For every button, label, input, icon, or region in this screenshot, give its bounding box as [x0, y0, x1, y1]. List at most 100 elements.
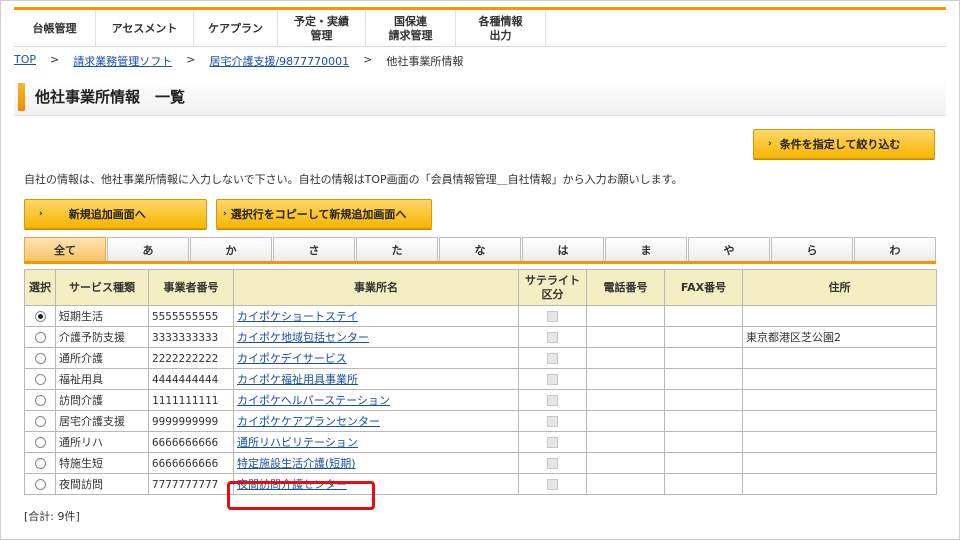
satellite-cell [518, 347, 587, 369]
tab-wa[interactable]: わ [854, 237, 936, 261]
phone-cell [586, 452, 665, 474]
tab-ya[interactable]: や [688, 237, 770, 261]
address-cell [742, 431, 937, 453]
office-name-link[interactable]: カイポケ福祉用具事業所 [237, 373, 358, 386]
office-name-cell: カイポケヘルパーステーション [233, 389, 519, 411]
office-number-cell: 2222222222 [148, 347, 234, 369]
breadcrumb-top-link[interactable]: TOP [14, 53, 36, 69]
office-name-link[interactable]: 通所リハビリテーション [237, 436, 358, 449]
chevron-right-icon: › [223, 209, 227, 219]
tab-a[interactable]: あ [107, 237, 189, 261]
tab-all[interactable]: 全て [24, 237, 106, 261]
nav-output[interactable]: 各種情報 出力 [456, 10, 546, 47]
phone-cell [586, 473, 665, 495]
fax-cell [664, 389, 743, 411]
filter-conditions-button[interactable]: › 条件を指定して絞り込む [753, 129, 935, 159]
row-select-cell [24, 389, 56, 411]
page-title: 他社事業所情報 一覧 [35, 88, 186, 106]
office-number-cell: 6666666666 [148, 452, 234, 474]
table-row[interactable]: 居宅介護支援 9999999999 カイポケケアプランセンター [24, 410, 937, 432]
breadcrumb-office-link[interactable]: 居宅介護支援/9877770001 [209, 53, 349, 69]
tab-sa[interactable]: さ [273, 237, 355, 261]
row-select-cell [24, 473, 56, 495]
office-name-link[interactable]: カイポケヘルパーステーション [237, 394, 390, 407]
address-cell [742, 473, 937, 495]
new-add-button[interactable]: › 新規追加画面へ [24, 199, 207, 229]
satellite-checkbox [547, 332, 558, 343]
nav-schedule-results[interactable]: 予定・実績 管理 [278, 10, 366, 47]
table-row[interactable]: 訪問介護 1111111111 カイポケヘルパーステーション [24, 389, 937, 411]
nav-billing[interactable]: 国保連 請求管理 [366, 10, 456, 47]
row-select-radio[interactable] [34, 353, 46, 364]
office-number-cell: 5555555555 [148, 305, 234, 327]
fax-cell [664, 473, 743, 495]
office-name-link[interactable]: カイポケデイサービス [237, 352, 347, 365]
office-name-link[interactable]: カイポケショートステイ [237, 310, 358, 323]
tab-na[interactable]: な [439, 237, 521, 261]
satellite-cell [518, 326, 587, 348]
office-name-cell: 通所リハビリテーション [233, 431, 519, 453]
breadcrumb: TOP > 請求業務管理ソフト > 居宅介護支援/9877770001 > 他社… [14, 53, 463, 69]
tab-ra[interactable]: ら [771, 237, 853, 261]
table-row[interactable]: 介護予防支援 3333333333 カイポケ地域包括センター 東京都港区芝公園2 [24, 326, 937, 348]
service-type-cell: 夜間訪問 [55, 473, 149, 495]
table-row[interactable]: 福祉用具 4444444444 カイポケ福祉用具事業所 [24, 368, 937, 390]
row-select-radio[interactable] [34, 311, 46, 322]
row-select-radio[interactable] [34, 479, 46, 490]
nav-careplan[interactable]: ケアプラン [194, 10, 278, 47]
row-select-radio[interactable] [34, 395, 46, 406]
tab-ma[interactable]: ま [605, 237, 687, 261]
total-count: [合計: 9件] [24, 510, 80, 523]
page-title-bar: 他社事業所情報 一覧 [14, 78, 946, 116]
copy-row-button[interactable]: › 選択行をコピーして新規追加画面へ [216, 199, 432, 229]
row-select-cell [24, 410, 56, 432]
address-cell [742, 347, 937, 369]
column-header-select: 選択 [24, 269, 56, 306]
table-row[interactable]: 通所介護 2222222222 カイポケデイサービス [24, 347, 937, 369]
office-name-link[interactable]: 特定施設生活介護(短期) [237, 457, 356, 470]
column-header-address: 住所 [742, 269, 937, 306]
column-header-satellite: サテライト 区分 [518, 269, 587, 306]
office-name-link[interactable]: カイポケケアプランセンター [237, 415, 380, 428]
satellite-cell [518, 305, 587, 327]
office-number-cell: 6666666666 [148, 431, 234, 453]
column-header-name: 事業所名 [233, 269, 519, 306]
service-type-cell: 介護予防支援 [55, 326, 149, 348]
chevron-right-icon: › [768, 139, 772, 149]
breadcrumb-billing-soft-link[interactable]: 請求業務管理ソフト [73, 53, 172, 69]
row-select-radio[interactable] [34, 437, 46, 448]
service-type-cell: 通所介護 [55, 347, 149, 369]
row-select-radio[interactable] [34, 416, 46, 427]
nav-assessment[interactable]: アセスメント [96, 10, 194, 47]
breadcrumb-separator: > [186, 53, 196, 66]
tab-ka[interactable]: か [190, 237, 272, 261]
table-row[interactable]: 特施生短 6666666666 特定施設生活介護(短期) [24, 452, 937, 474]
address-cell [742, 368, 937, 390]
fax-cell [664, 410, 743, 432]
row-select-radio[interactable] [34, 332, 46, 343]
copy-row-button-label: 選択行をコピーして新規追加画面へ [230, 208, 407, 221]
tab-ta[interactable]: た [356, 237, 438, 261]
office-name-link[interactable]: カイポケ地域包括センター [237, 331, 369, 344]
phone-cell [586, 347, 665, 369]
satellite-checkbox [547, 353, 558, 364]
table-row[interactable]: 短期生活 5555555555 カイポケショートステイ [24, 305, 937, 327]
row-select-radio[interactable] [34, 374, 46, 385]
filter-button-label: 条件を指定して絞り込む [779, 138, 901, 151]
office-number-cell: 1111111111 [148, 389, 234, 411]
nav-ledger[interactable]: 台帳管理 [14, 10, 96, 47]
phone-cell [586, 305, 665, 327]
fax-cell [664, 326, 743, 348]
satellite-checkbox [547, 374, 558, 385]
chevron-right-icon: › [39, 209, 43, 219]
fax-cell [664, 368, 743, 390]
phone-cell [586, 410, 665, 432]
column-header-number: 事業者番号 [148, 269, 234, 306]
row-select-radio[interactable] [34, 458, 46, 469]
table-row[interactable]: 夜間訪問 7777777777 夜間訪問介護センター [24, 473, 937, 495]
new-add-button-label: 新規追加画面へ [68, 208, 146, 221]
tab-ha[interactable]: は [522, 237, 604, 261]
phone-cell [586, 389, 665, 411]
row-select-cell [24, 305, 56, 327]
table-row[interactable]: 通所リハ 6666666666 通所リハビリテーション [24, 431, 937, 453]
